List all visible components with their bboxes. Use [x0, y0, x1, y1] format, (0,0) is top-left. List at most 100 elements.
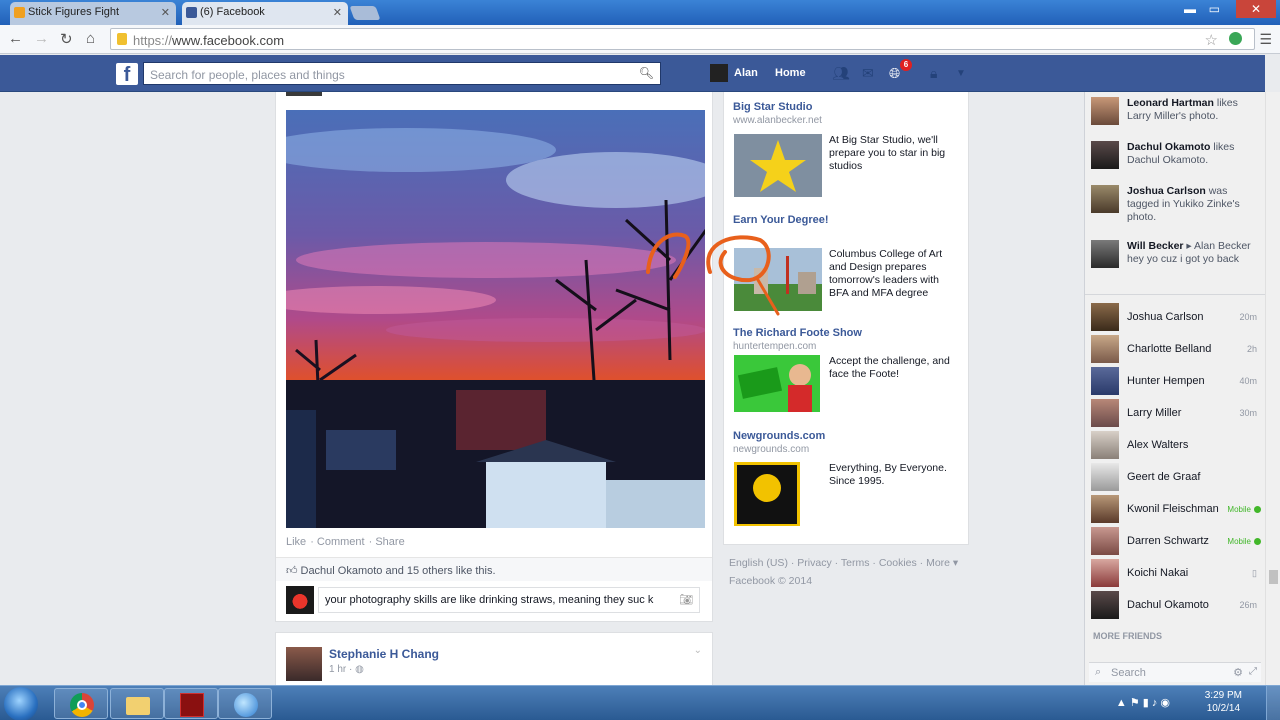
ticker-item[interactable]: Will Becker ▸ Alan Becker hey yo cuz i g… [1091, 240, 1263, 280]
system-tray-icons[interactable]: ▲ ⚑ ▮ ♪ ◉ [1116, 696, 1170, 709]
chevron-down-icon[interactable]: ⌄ [694, 645, 702, 656]
facebook-logo[interactable]: f [116, 63, 138, 86]
chat-sidebar: Leonard Hartman likes Larry Miller's pho… [1084, 92, 1265, 685]
footer-link-language[interactable]: English (US) [729, 557, 788, 569]
comment-input[interactable]: your photography skills are like drinkin… [318, 587, 700, 613]
back-icon[interactable]: ← [8, 30, 23, 47]
chat-friend[interactable]: Dachul Okamoto 26m [1091, 591, 1263, 619]
footer-link-terms[interactable]: Terms [841, 557, 870, 569]
ad-image[interactable] [734, 134, 822, 197]
camera-icon[interactable]: 📷︎ [679, 593, 693, 606]
chat-search-input[interactable]: ⌕ Search ⚙ ⤢ [1089, 662, 1261, 682]
tab-facebook[interactable]: (6) Facebook ✕ [182, 2, 348, 25]
show-desktop-button[interactable] [1266, 686, 1280, 720]
share-link[interactable]: Share [375, 536, 404, 548]
address-bar[interactable]: https://www.facebook.com ☆ [110, 28, 1255, 50]
footer-link-privacy[interactable]: Privacy [797, 557, 831, 569]
chat-friend[interactable]: Larry Miller 30m [1091, 399, 1263, 427]
friend-requests-icon[interactable]: 👥︎ [832, 65, 850, 82]
scrollbar-thumb[interactable] [1269, 570, 1278, 584]
post-timestamp: 1 hr · ◍ [329, 664, 364, 675]
tab-title: (6) Facebook [200, 6, 265, 18]
profile-link[interactable]: Alan [734, 67, 758, 79]
avatar [1091, 527, 1119, 555]
ad-title[interactable]: Newgrounds.com [733, 430, 963, 442]
close-icon[interactable]: ✕ [161, 6, 170, 19]
expand-icon[interactable]: ⤢ [1249, 666, 1257, 677]
new-tab-button[interactable] [349, 6, 381, 20]
reload-icon[interactable]: ↻ [60, 30, 73, 48]
chat-friend[interactable]: Geert de Graaf [1091, 463, 1263, 491]
privacy-lock-icon[interactable]: 🔒︎ [930, 65, 937, 82]
tab-stick-figures-fight[interactable]: Stick Figures Fight ✕ [10, 2, 176, 25]
bookmark-star-icon[interactable]: ☆ [1205, 31, 1218, 49]
search-input[interactable]: Search for people, places and things 🔍︎ [143, 62, 661, 85]
post-author-avatar[interactable] [286, 92, 322, 96]
foote-show-logo [734, 355, 820, 412]
post-author-name[interactable]: Stephanie H Chang [329, 647, 439, 661]
system-clock[interactable]: 3:29 PM 10/2/14 [1205, 689, 1242, 715]
avatar [1091, 559, 1119, 587]
chat-friend[interactable]: Charlotte Belland 2h [1091, 335, 1263, 363]
browser-toolbar: ← → ↻ ⌂ https://www.facebook.com ☆ ☰ [0, 25, 1280, 54]
home-icon[interactable]: ⌂ [86, 30, 95, 47]
page-scrollbar[interactable] [1265, 92, 1280, 685]
friend-name: Koichi Nakai [1127, 567, 1189, 579]
chat-friend[interactable]: Alex Walters [1091, 431, 1263, 459]
start-button[interactable] [4, 687, 38, 720]
avatar [1091, 463, 1119, 491]
chrome-icon [70, 693, 94, 717]
extension-icon[interactable] [1229, 32, 1242, 45]
idle-time: 26m [1239, 600, 1257, 610]
ticker-item[interactable]: Leonard Hartman likes Larry Miller's pho… [1091, 97, 1263, 131]
feed-post-next: Stephanie H Chang 1 hr · ◍ ⌄ [275, 632, 713, 687]
chat-friend[interactable]: Kwonil Fleischman Mobile [1091, 495, 1263, 523]
ad-title[interactable]: Big Star Studio [733, 101, 963, 113]
ad-body: Everything, By Everyone. Since 1995. [829, 462, 947, 487]
ticker-item[interactable]: Dachul Okamoto likes Dachul Okamoto. [1091, 141, 1263, 175]
likes-text[interactable]: Dachul Okamoto and 15 others like this. [301, 565, 496, 577]
search-icon[interactable]: 🔍︎ [639, 66, 654, 80]
minimize-icon[interactable]: ▬ [1184, 2, 1196, 16]
forward-icon[interactable]: → [34, 30, 49, 47]
footer-link-more[interactable]: More ▾ [926, 557, 958, 569]
like-link[interactable]: Like [286, 536, 306, 548]
notifications-globe-icon[interactable]: 🌐︎ [889, 65, 900, 82]
friend-name: Dachul Okamoto [1127, 599, 1209, 611]
maximize-icon[interactable]: ▭ [1209, 2, 1220, 16]
ad-item[interactable]: Big Star Studio www.alanbecker.net At Bi… [733, 101, 963, 201]
ad-title[interactable]: The Richard Foote Show [733, 327, 963, 339]
taskbar-app[interactable] [218, 688, 272, 719]
avatar[interactable] [710, 64, 728, 82]
ad-item[interactable]: Newgrounds.com newgrounds.com Everything… [733, 430, 963, 530]
menu-icon[interactable]: ☰ [1259, 31, 1272, 48]
avatar[interactable] [286, 647, 322, 681]
thumbs-up-icon: 👍︎ [286, 565, 298, 577]
ad-image[interactable] [734, 355, 820, 412]
gear-icon[interactable]: ⚙ [1233, 666, 1243, 679]
friend-name: Geert de Graaf [1127, 471, 1201, 483]
footer-link-cookies[interactable]: Cookies [879, 557, 917, 569]
facebook-header: f Search for people, places and things 🔍… [0, 55, 1265, 92]
settings-chevron-icon[interactable]: ▼ [956, 68, 966, 79]
taskbar-explorer[interactable] [110, 688, 164, 719]
messages-icon[interactable]: ✉ [862, 65, 874, 82]
friend-name: Hunter Hempen [1127, 375, 1205, 387]
ticker-item[interactable]: Joshua Carlson was tagged in Yukiko Zink… [1091, 185, 1263, 225]
chat-friend[interactable]: Hunter Hempen 40m [1091, 367, 1263, 395]
taskbar-flash[interactable] [164, 688, 218, 719]
home-link[interactable]: Home [775, 67, 806, 79]
ad-image[interactable] [734, 462, 800, 526]
chat-friend[interactable]: Darren Schwartz Mobile [1091, 527, 1263, 555]
avatar [1091, 141, 1119, 169]
window-close-button[interactable]: ✕ [1236, 0, 1276, 18]
comment-link[interactable]: Comment [317, 536, 365, 548]
friend-name: Charlotte Belland [1127, 343, 1212, 355]
close-icon[interactable]: ✕ [333, 6, 342, 19]
chat-friend[interactable]: Koichi Nakai ▯ [1091, 559, 1263, 587]
chat-friend[interactable]: Joshua Carlson 20m [1091, 303, 1263, 331]
comment-composer: your photography skills are like drinkin… [286, 586, 702, 614]
taskbar-chrome[interactable] [54, 688, 108, 719]
ad-item[interactable]: The Richard Foote Show huntertempen.com … [733, 327, 963, 427]
globe-icon: ◍ [355, 664, 364, 675]
